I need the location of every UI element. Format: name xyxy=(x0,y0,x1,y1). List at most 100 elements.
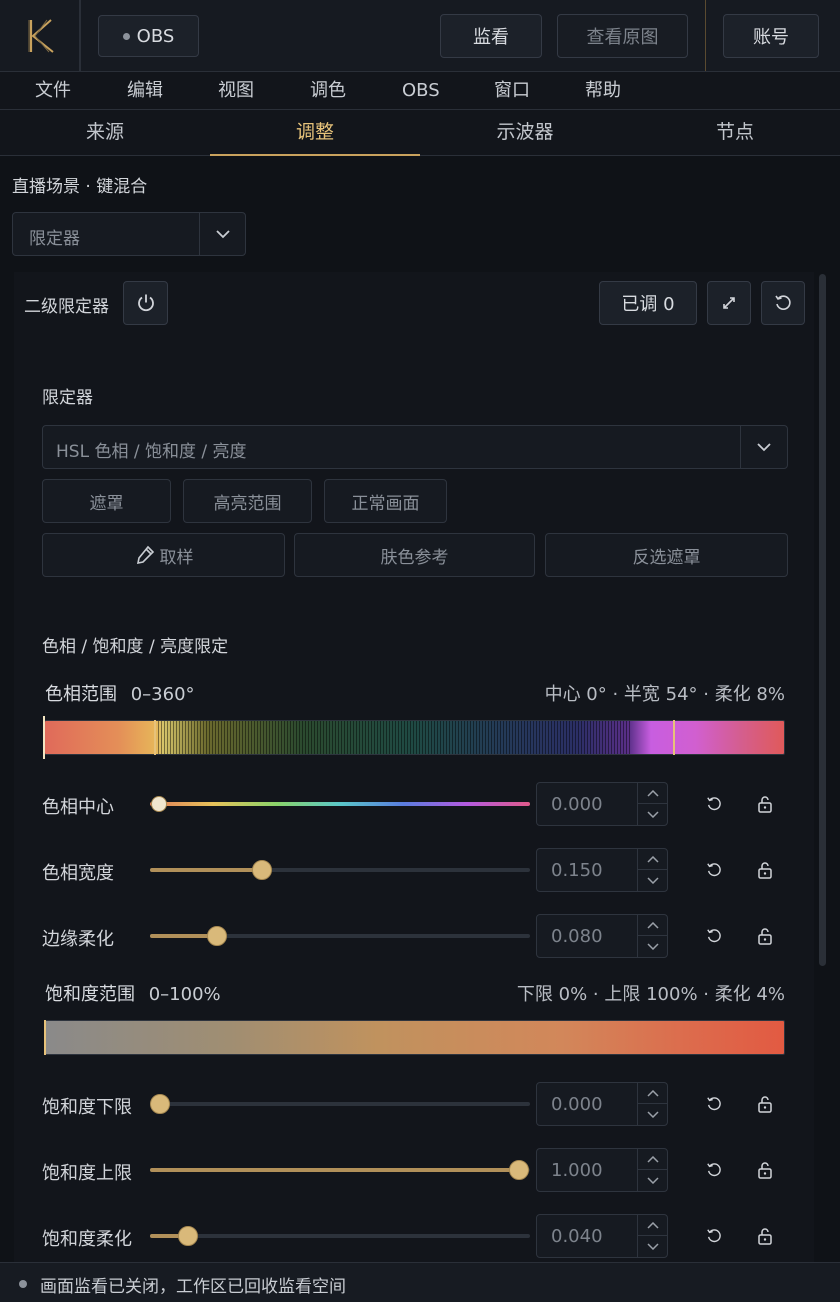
view-original-button[interactable]: 查看原图 xyxy=(557,14,688,58)
hue-center-input[interactable]: 0.000 xyxy=(536,782,668,826)
hue-width-thumb[interactable] xyxy=(252,860,272,880)
skin-tone-button[interactable]: 肤色参考 xyxy=(294,533,535,577)
sat-soften-thumb[interactable] xyxy=(178,1226,198,1246)
sample-button[interactable]: 取样 xyxy=(42,533,285,577)
hue-center-marker[interactable] xyxy=(43,716,45,759)
adjusted-count-label: 已调 0 xyxy=(621,294,675,315)
chevron-down-icon[interactable] xyxy=(638,1170,668,1191)
unlock-icon[interactable] xyxy=(753,1224,777,1248)
status-dot-icon xyxy=(19,1280,27,1288)
menu-window[interactable]: 窗口 xyxy=(494,72,530,110)
menu-view[interactable]: 视图 xyxy=(218,72,254,110)
mask-view-label: 遮罩 xyxy=(89,493,124,514)
chevron-up-icon[interactable] xyxy=(638,849,668,870)
sat-high-slider[interactable] xyxy=(150,1168,530,1172)
unlock-icon[interactable] xyxy=(753,1158,777,1182)
hue-width-marker[interactable] xyxy=(154,720,156,755)
edge-soften-thumb[interactable] xyxy=(207,926,227,946)
sat-high-thumb[interactable] xyxy=(509,1160,529,1180)
status-text: 画面监看已关闭，工作区已回收监看空间 xyxy=(40,1277,346,1297)
reset-icon[interactable] xyxy=(702,924,726,948)
edge-soften-input[interactable]: 0.080 xyxy=(536,914,668,958)
tab-adjust[interactable]: 调整 xyxy=(210,110,420,156)
unlock-icon[interactable] xyxy=(753,1092,777,1116)
adjusted-count-button[interactable]: 已调 0 xyxy=(599,281,697,325)
unlock-icon[interactable] xyxy=(753,924,777,948)
menu-help[interactable]: 帮助 xyxy=(585,72,621,110)
chevron-up-icon[interactable] xyxy=(638,915,668,936)
menu-color[interactable]: 调色 xyxy=(310,72,346,110)
menu-obs[interactable]: OBS xyxy=(402,72,440,110)
stepper xyxy=(637,783,668,825)
reset-panel-button[interactable] xyxy=(761,281,805,325)
chevron-down-icon[interactable] xyxy=(638,936,668,957)
invert-mask-button[interactable]: 反选遮罩 xyxy=(545,533,788,577)
tab-source[interactable]: 来源 xyxy=(0,110,210,156)
sat-high-input[interactable]: 1.000 xyxy=(536,1148,668,1192)
menu-edit[interactable]: 编辑 xyxy=(127,72,163,110)
tab-nodes[interactable]: 节点 xyxy=(630,110,840,156)
chevron-down-icon[interactable] xyxy=(638,1104,668,1125)
unlock-icon[interactable] xyxy=(753,792,777,816)
status-bar: 画面监看已关闭，工作区已回收监看空间 xyxy=(0,1262,840,1302)
expand-button[interactable] xyxy=(707,281,751,325)
sat-high-value: 1.000 xyxy=(551,1160,603,1181)
panel-title: 二级限定器 xyxy=(24,297,109,317)
normal-view-button[interactable]: 正常画面 xyxy=(324,479,447,523)
hue-center-slider[interactable] xyxy=(150,802,530,806)
unlock-icon[interactable] xyxy=(753,858,777,882)
sat-range-bar[interactable] xyxy=(44,1020,785,1055)
chevron-up-icon[interactable] xyxy=(638,1149,668,1170)
power-toggle-button[interactable] xyxy=(123,281,168,325)
chevron-down-icon[interactable] xyxy=(199,213,246,255)
sat-low-input[interactable]: 0.000 xyxy=(536,1082,668,1126)
hue-width-input[interactable]: 0.150 xyxy=(536,848,668,892)
monitor-button[interactable]: 监看 xyxy=(440,14,542,58)
reset-icon[interactable] xyxy=(702,1158,726,1182)
sat-soften-value: 0.040 xyxy=(551,1226,603,1247)
reset-icon[interactable] xyxy=(702,858,726,882)
sat-soften-slider[interactable] xyxy=(150,1234,530,1238)
qualifier-mode-select[interactable]: HSL 色相 / 饱和度 / 亮度 xyxy=(42,425,788,469)
secondary-qualifier-panel xyxy=(14,272,814,1262)
chevron-up-icon[interactable] xyxy=(638,1083,668,1104)
panel-scrollbar[interactable] xyxy=(819,274,826,966)
obs-status-button[interactable]: OBS xyxy=(98,15,199,57)
skin-tone-label: 肤色参考 xyxy=(380,547,449,568)
tab-scopes[interactable]: 示波器 xyxy=(420,110,630,156)
sat-low-thumb[interactable] xyxy=(150,1094,170,1114)
chevron-down-icon[interactable] xyxy=(740,426,787,468)
divider xyxy=(80,0,81,71)
chevron-up-icon[interactable] xyxy=(638,1215,668,1236)
mask-view-button[interactable]: 遮罩 xyxy=(42,479,171,523)
sat-low-slider[interactable] xyxy=(150,1102,530,1106)
chevron-down-icon[interactable] xyxy=(638,1236,668,1257)
stepper xyxy=(637,1149,668,1191)
hue-range-label: 色相范围 xyxy=(45,684,117,705)
tool-select[interactable]: 限定器 xyxy=(12,212,246,256)
hue-width-marker[interactable] xyxy=(673,720,675,755)
param-label: 饱和度下限 xyxy=(42,1097,132,1118)
hue-width-slider[interactable] xyxy=(150,868,530,872)
hsl-section-title: 色相 / 饱和度 / 亮度限定 xyxy=(42,637,229,657)
invert-mask-label: 反选遮罩 xyxy=(632,547,701,568)
param-label: 饱和度柔化 xyxy=(42,1229,132,1250)
sat-range-meta: 下限 0% · 上限 100% · 柔化 4% xyxy=(516,984,785,1005)
power-icon xyxy=(137,294,154,312)
account-button[interactable]: 账号 xyxy=(723,14,819,58)
chevron-up-icon[interactable] xyxy=(638,783,668,804)
sat-soften-input[interactable]: 0.040 xyxy=(536,1214,668,1258)
highlight-view-button[interactable]: 高亮范围 xyxy=(183,479,312,523)
stepper xyxy=(637,849,668,891)
sat-low-marker[interactable] xyxy=(44,1020,46,1055)
chevron-down-icon[interactable] xyxy=(638,870,668,891)
hue-center-thumb[interactable] xyxy=(151,796,167,812)
reset-icon[interactable] xyxy=(702,792,726,816)
hue-range-span: 0–360° xyxy=(130,684,195,705)
reset-icon[interactable] xyxy=(702,1092,726,1116)
normal-view-label: 正常画面 xyxy=(351,493,420,514)
reset-icon[interactable] xyxy=(702,1224,726,1248)
menu-file[interactable]: 文件 xyxy=(35,72,71,110)
menu-bar: 文件 编辑 视图 调色 OBS 窗口 帮助 xyxy=(0,72,840,110)
chevron-down-icon[interactable] xyxy=(638,804,668,825)
